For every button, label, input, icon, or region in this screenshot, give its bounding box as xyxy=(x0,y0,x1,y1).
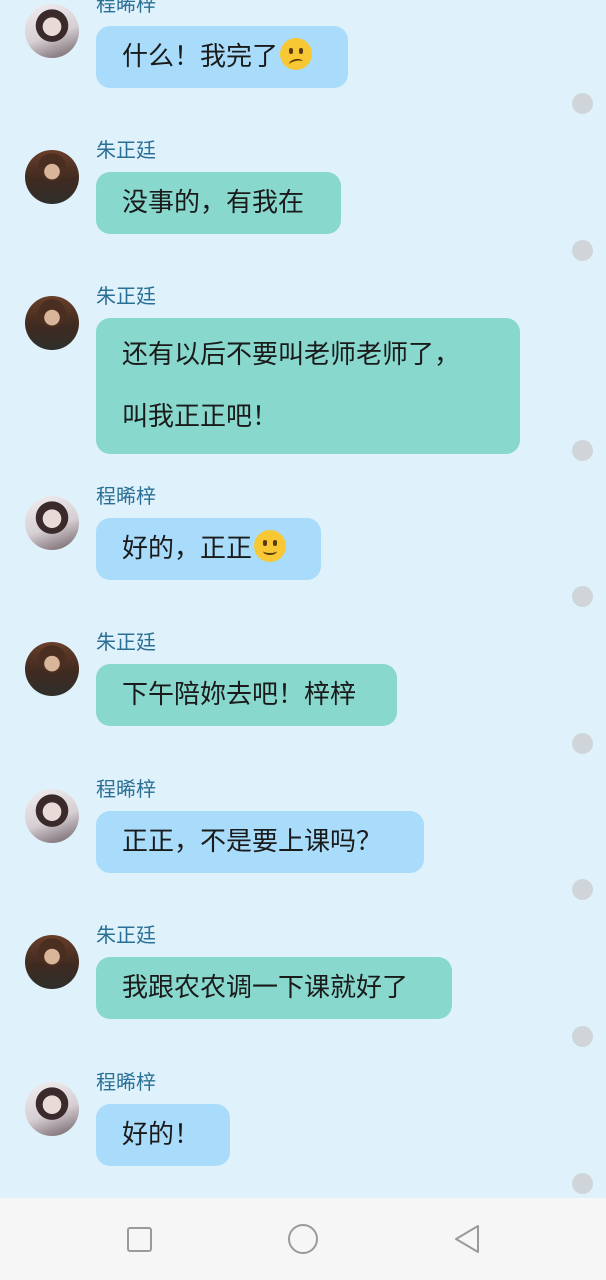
recent-apps-icon[interactable] xyxy=(124,1224,154,1254)
avatar[interactable] xyxy=(25,4,79,58)
message-status-dot[interactable] xyxy=(572,440,593,461)
message-bubble[interactable]: 没事的，有我在 xyxy=(96,172,341,234)
message-status-dot[interactable] xyxy=(572,879,593,900)
message-status-dot[interactable] xyxy=(572,240,593,261)
message-bubble[interactable]: 正正，不是要上课吗？ xyxy=(96,811,424,873)
message-status-dot[interactable] xyxy=(572,1026,593,1047)
worried-face-icon xyxy=(280,38,313,70)
message-bubble[interactable]: 下午陪妳去吧！梓梓 xyxy=(96,664,397,726)
avatar[interactable] xyxy=(25,496,79,550)
avatar[interactable] xyxy=(25,935,79,989)
message-text: 正正，不是要上课吗？ xyxy=(122,827,383,857)
system-navigation-bar xyxy=(0,1198,606,1280)
sender-name: 朱正廷 xyxy=(96,630,156,654)
message-status-dot[interactable] xyxy=(572,733,593,754)
sender-name: 程晞梓 xyxy=(96,0,156,16)
message-text-line: 还有以后不要叫老师老师了， xyxy=(122,340,461,370)
message-bubble[interactable]: 我跟农农调一下课就好了 xyxy=(96,957,452,1019)
message-text-line: 叫我正正吧！ xyxy=(122,402,279,432)
back-icon[interactable] xyxy=(452,1224,482,1254)
avatar[interactable] xyxy=(25,150,79,204)
message-bubble[interactable]: 好的，正正 xyxy=(96,518,321,580)
message-text: 好的！ xyxy=(122,1120,201,1150)
sender-name: 朱正廷 xyxy=(96,138,156,162)
avatar[interactable] xyxy=(25,1082,79,1136)
sender-name: 程晞梓 xyxy=(96,1070,156,1094)
sender-name: 朱正廷 xyxy=(96,923,156,947)
message-text: 没事的，有我在 xyxy=(122,188,305,218)
message-status-dot[interactable] xyxy=(572,1173,593,1194)
message-status-dot[interactable] xyxy=(572,93,593,114)
message-text: 下午陪妳去吧！梓梓 xyxy=(122,680,357,710)
avatar[interactable] xyxy=(25,789,79,843)
message-text: 我跟农农调一下课就好了 xyxy=(122,973,409,1003)
sender-name: 程晞梓 xyxy=(96,777,156,801)
message-bubble[interactable]: 什么！我完了 xyxy=(96,26,348,88)
message-text: 什么！我完了 xyxy=(122,42,279,72)
smiling-face-icon xyxy=(254,530,287,562)
avatar[interactable] xyxy=(25,296,79,350)
sender-name: 程晞梓 xyxy=(96,484,156,508)
chat-history[interactable]: 程晞梓 什么！我完了 朱正廷 没事的，有我在 朱正廷 还有以后不要叫老师老师了，… xyxy=(0,0,606,1198)
message-text: 好的，正正 xyxy=(122,534,253,564)
message-bubble[interactable]: 好的！ xyxy=(96,1104,230,1166)
sender-name: 朱正廷 xyxy=(96,284,156,308)
back-triangle-shape xyxy=(455,1225,479,1253)
home-icon[interactable] xyxy=(288,1224,318,1254)
avatar[interactable] xyxy=(25,642,79,696)
message-status-dot[interactable] xyxy=(572,586,593,607)
message-bubble[interactable]: 还有以后不要叫老师老师了， 叫我正正吧！ xyxy=(96,318,520,454)
